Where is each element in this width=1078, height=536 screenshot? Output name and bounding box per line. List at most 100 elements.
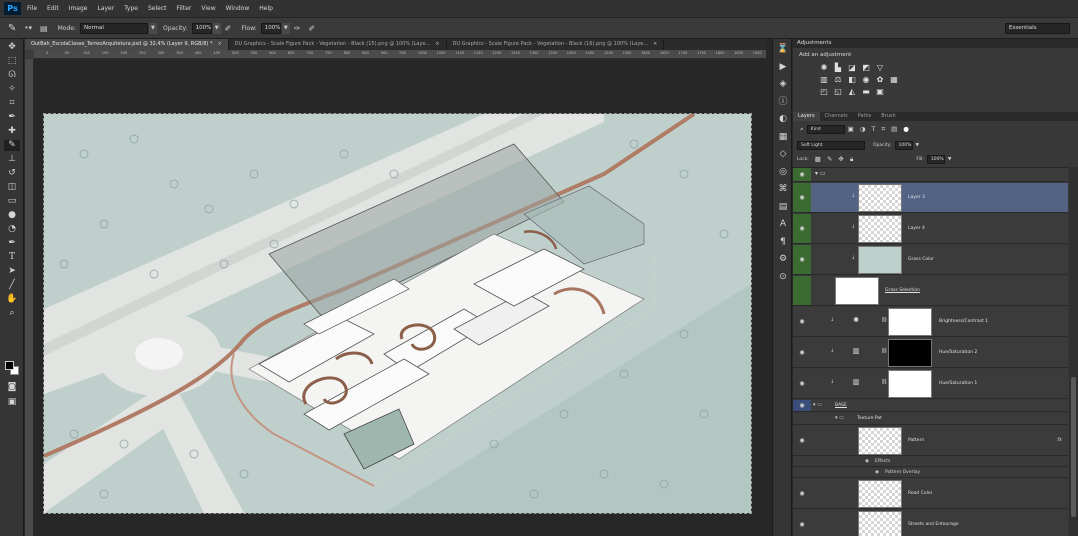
pen-tool-icon[interactable]: ✒ (4, 238, 20, 249)
blend-mode-select[interactable]: Soft Light (797, 140, 865, 150)
menu-view[interactable]: View (201, 5, 215, 12)
layer-row[interactable]: ◉ Streets and Entourage (793, 510, 1068, 536)
eye-icon[interactable]: ◉ (796, 194, 808, 201)
layer-name[interactable]: Texture Pat (857, 416, 882, 421)
layer-name[interactable]: Layer 4 (908, 226, 925, 231)
chevron-down-icon[interactable]: ▼ (212, 22, 221, 34)
eye-icon[interactable]: ◉ (796, 437, 808, 444)
chain-icon[interactable]: ⛓ (881, 317, 887, 323)
doc-tab[interactable]: DU Graphics - Scale Figure Pack - Vegeta… (229, 39, 447, 50)
layer-thumbnail[interactable] (858, 246, 902, 274)
layer-name[interactable]: Brightness/Contrast 1 (939, 319, 988, 324)
menu-image[interactable]: Image (69, 5, 88, 12)
tab-paths[interactable]: Paths (853, 112, 877, 121)
character-icon[interactable]: A (776, 218, 790, 230)
gradient-map-icon[interactable]: ▬ (861, 87, 871, 96)
layer-row[interactable]: ◉ Pattern fx (793, 426, 1068, 456)
layer-mask-thumbnail[interactable] (888, 370, 932, 398)
layer-mask-thumbnail[interactable] (888, 308, 932, 336)
history-brush-icon[interactable]: ↺ (4, 168, 20, 179)
filter-kind-select[interactable]: Kind (806, 124, 845, 134)
shape-tool-icon[interactable]: ╱ (4, 280, 20, 291)
swatches-icon[interactable]: ▦ (776, 131, 790, 143)
layers-scrollbar-thumb[interactable] (1071, 377, 1076, 517)
eye-icon[interactable]: ◉ (796, 380, 808, 387)
doc-tab-active[interactable]: OutBah_EscolaClasse_TerreoArquitetura.ps… (25, 39, 229, 50)
fx-icon[interactable]: fx (1057, 437, 1062, 443)
opacity-field[interactable]: 100% (191, 22, 212, 34)
channels-icon[interactable]: ◎ (776, 166, 790, 178)
brush-tool-icon[interactable]: ✎ (4, 140, 20, 151)
eye-icon[interactable]: ◉ (796, 402, 808, 409)
color-swatches[interactable] (5, 361, 19, 375)
move-tool-icon[interactable]: ✥ (4, 42, 20, 53)
quick-mask-icon[interactable]: ◙ (4, 382, 20, 393)
blur-tool-icon[interactable]: ● (4, 210, 20, 221)
pressure-opacity-icon[interactable]: ✐ (225, 24, 232, 33)
layer-row[interactable]: ◉ ↓ Grass Color (793, 245, 1068, 275)
lock-all-icon[interactable]: 🔒︎ (850, 155, 853, 164)
crop-tool-icon[interactable]: ⌗ (4, 98, 20, 109)
layer-opacity-field[interactable]: 100% (894, 140, 913, 150)
screen-mode-icon[interactable]: ▣ (4, 397, 20, 408)
gradient-tool-icon[interactable]: ▭ (4, 196, 20, 207)
channel-mixer-icon[interactable]: ✿ (875, 75, 885, 84)
layers-scrollbar[interactable] (1069, 167, 1078, 536)
lock-position-icon[interactable]: ✥ (838, 155, 843, 163)
eraser-tool-icon[interactable]: ◫ (4, 182, 20, 193)
layer-name[interactable]: BASE (835, 403, 847, 408)
history-icon[interactable]: ⌛ (776, 43, 790, 55)
tool-presets-icon[interactable]: ⚙ (776, 253, 790, 265)
horizontal-ruler[interactable]: 0 50 100 150 200 250 300 350 400 450 500 550 600 650 7… (34, 50, 766, 59)
foreground-color-swatch[interactable] (5, 361, 14, 370)
chevron-down-icon[interactable]: ▼ (281, 22, 290, 34)
eye-icon[interactable]: ◉ (796, 171, 808, 178)
site-plan-artwork[interactable] (43, 113, 752, 514)
layer-mask-thumbnail[interactable] (888, 339, 932, 367)
layer-row[interactable]: ◉ Road Color (793, 479, 1068, 509)
eyedropper-tool-icon[interactable]: ✒ (4, 112, 20, 123)
layer-thumbnail[interactable] (858, 184, 902, 212)
layer-name[interactable]: Grass Color (908, 257, 934, 262)
type-tool-icon[interactable]: T (4, 252, 20, 263)
tab-brush[interactable]: Brush (876, 112, 900, 121)
layer-thumbnail[interactable] (835, 277, 879, 305)
adjustments-panel-tab[interactable]: Adjustments (793, 39, 1078, 48)
layer-row[interactable]: ◉ ↓ Layer 4 (793, 214, 1068, 244)
notes-icon[interactable]: ▤ (776, 201, 790, 213)
airbrush-icon[interactable]: ✑ (294, 24, 301, 33)
eye-icon[interactable]: ◉ (796, 318, 808, 325)
layer-row-group[interactable]: ◉ ▾ ▭ (793, 168, 1068, 182)
flow-field[interactable]: 100% (260, 22, 281, 34)
folder-icon[interactable]: ▾ ▭ (815, 170, 826, 177)
properties-icon[interactable]: ⊙ (776, 271, 790, 283)
curves-icon[interactable]: ◪ (847, 63, 857, 72)
eye-icon[interactable]: ◉ (796, 256, 808, 263)
eye-icon[interactable]: ◉ (865, 459, 869, 464)
threshold-icon[interactable]: ◭ (847, 87, 857, 96)
zoom-tool-icon[interactable]: ⌕ (4, 308, 20, 319)
layer-row[interactable]: ◉ ↓ ▥ ⛓ Hue/Saturation 2 (793, 338, 1068, 368)
filter-adjustment-icon[interactable]: ◑ (860, 125, 866, 133)
lasso-tool-icon[interactable]: ᘏ (4, 70, 20, 81)
layer-row-group[interactable]: ◉ ▾ ▭ BASE (793, 400, 1068, 412)
brush-preset-icon[interactable]: •▾ (24, 24, 32, 32)
fill-field[interactable]: 100% (926, 154, 945, 164)
filter-shape-icon[interactable]: ⌗ (881, 125, 885, 134)
dodge-tool-icon[interactable]: ◔ (4, 224, 20, 235)
layer-row-group[interactable]: ▾ ▭ Texture Pat (793, 413, 1068, 425)
layer-name[interactable]: Grass Selection (885, 288, 920, 293)
eye-icon[interactable]: ◉ (875, 470, 879, 475)
layer-name[interactable]: Road Color (908, 491, 932, 496)
chevron-down-icon[interactable]: ▼ (148, 22, 157, 34)
doc-tab[interactable]: DU Graphics - Scale Figure Pack - Vegeta… (447, 39, 665, 50)
photo-filter-icon[interactable]: ◉ (861, 75, 871, 84)
layer-thumbnail[interactable] (858, 427, 902, 455)
menu-window[interactable]: Window (226, 5, 250, 12)
brush-tool-icon[interactable]: ✎ (8, 23, 16, 34)
eye-icon[interactable]: ◉ (796, 225, 808, 232)
filter-toggle-icon[interactable]: ● (903, 125, 909, 133)
tab-channels[interactable]: Channels (820, 112, 853, 121)
info-icon[interactable]: ⓘ (776, 96, 790, 108)
layer-name[interactable]: Pattern (908, 438, 924, 443)
